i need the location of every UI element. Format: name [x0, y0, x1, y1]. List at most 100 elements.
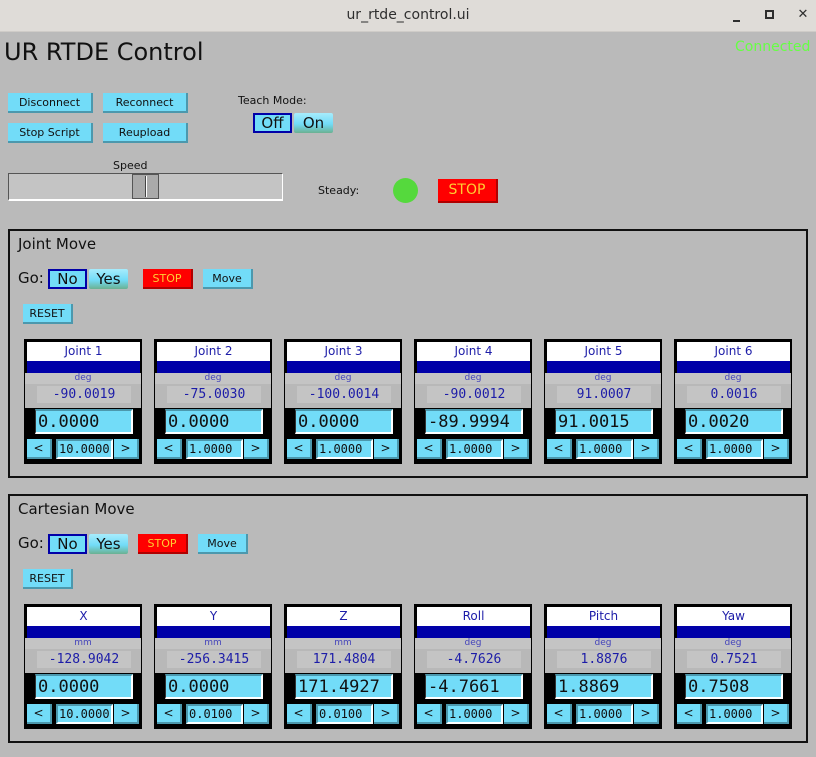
- joint-axis-card: Joint 1 deg -90.0019 0.0000 <10.0000 >: [24, 339, 142, 464]
- cartesian-axis-card: Zmm 171.4804 171.4927 <0.0100 >: [284, 604, 402, 729]
- increment-button[interactable]: >: [634, 704, 659, 724]
- actual-value: -100.0014: [297, 386, 391, 403]
- axis-name: Joint 2: [157, 342, 270, 361]
- target-value-input[interactable]: -89.9994: [425, 409, 523, 434]
- axis-header-bar: [417, 626, 530, 638]
- axis-name: Pitch: [547, 607, 660, 626]
- step-size-input[interactable]: 0.0100: [316, 704, 373, 724]
- main-stop-button[interactable]: STOP: [438, 179, 498, 203]
- decrement-button[interactable]: <: [27, 704, 52, 724]
- actual-value-panel: -256.3415: [155, 649, 271, 673]
- step-size-input[interactable]: 1.0000: [576, 704, 633, 724]
- joint-reset-button[interactable]: RESET: [23, 304, 73, 324]
- axis-unit: mm: [285, 638, 401, 649]
- reupload-button[interactable]: Reupload: [103, 123, 188, 143]
- increment-button[interactable]: >: [114, 704, 139, 724]
- target-value-input[interactable]: 91.0015: [555, 409, 653, 434]
- step-size-input[interactable]: 1.0000: [316, 439, 373, 459]
- decrement-button[interactable]: <: [547, 704, 572, 724]
- disconnect-button[interactable]: Disconnect: [8, 93, 93, 113]
- joint-move-button[interactable]: Move: [203, 269, 253, 289]
- cartesian-axis-card: Ymm -256.3415 0.0000 <0.0100 >: [154, 604, 272, 729]
- step-size-input[interactable]: 1.0000: [576, 439, 633, 459]
- teach-mode-off-toggle[interactable]: Off: [253, 113, 292, 133]
- decrement-button[interactable]: <: [157, 704, 182, 724]
- speed-slider-handle[interactable]: [132, 174, 159, 199]
- increment-button[interactable]: >: [504, 439, 529, 459]
- target-value-input[interactable]: 0.7508: [685, 674, 783, 699]
- cartesian-reset-button[interactable]: RESET: [23, 569, 73, 589]
- increment-button[interactable]: >: [634, 439, 659, 459]
- axis-header-bar: [417, 361, 530, 373]
- joint-axis-card: Joint 2 deg -75.0030 0.0000 <1.0000 >: [154, 339, 272, 464]
- cartesian-move-button[interactable]: Move: [198, 534, 248, 554]
- maximize-button[interactable]: [759, 4, 779, 26]
- speed-slider[interactable]: [8, 173, 283, 201]
- speed-label: Speed: [113, 159, 148, 172]
- cartesian-go-yes-toggle[interactable]: Yes: [89, 534, 128, 554]
- close-button[interactable]: ✕: [793, 4, 813, 26]
- actual-value: -256.3415: [167, 651, 261, 668]
- target-value-input[interactable]: 0.0020: [685, 409, 783, 434]
- target-value-input[interactable]: -4.7661: [425, 674, 523, 699]
- target-value-input[interactable]: 1.8869: [555, 674, 653, 699]
- target-value-input[interactable]: 171.4927: [295, 674, 393, 699]
- decrement-button[interactable]: <: [27, 439, 52, 459]
- step-size-input[interactable]: 10.0000: [56, 704, 113, 724]
- increment-button[interactable]: >: [504, 704, 529, 724]
- increment-button[interactable]: >: [374, 439, 399, 459]
- increment-button[interactable]: >: [764, 439, 789, 459]
- increment-button[interactable]: >: [244, 439, 269, 459]
- step-size-input[interactable]: 10.0000: [56, 439, 113, 459]
- target-value-input[interactable]: 0.0000: [165, 409, 263, 434]
- decrement-button[interactable]: <: [677, 439, 702, 459]
- axis-name: X: [27, 607, 140, 626]
- joint-go-no-toggle[interactable]: No: [48, 269, 87, 289]
- connection-status: Connected: [735, 39, 811, 55]
- increment-button[interactable]: >: [764, 704, 789, 724]
- actual-value: 1.8876: [557, 651, 651, 668]
- decrement-button[interactable]: <: [677, 704, 702, 724]
- axis-unit: deg: [675, 373, 791, 384]
- decrement-button[interactable]: <: [287, 704, 312, 724]
- step-size-input[interactable]: 1.0000: [706, 439, 763, 459]
- actual-value-panel: 0.0016: [675, 384, 791, 408]
- cartesian-axis-card: Xmm -128.9042 0.0000 <10.0000 >: [24, 604, 142, 729]
- increment-button[interactable]: >: [374, 704, 399, 724]
- increment-button[interactable]: >: [244, 704, 269, 724]
- actual-value: -75.0030: [167, 386, 261, 403]
- step-size-input[interactable]: 1.0000: [706, 704, 763, 724]
- axis-header-bar: [287, 626, 400, 638]
- target-value-input[interactable]: 0.0000: [35, 409, 133, 434]
- decrement-button[interactable]: <: [417, 439, 442, 459]
- decrement-button[interactable]: <: [157, 439, 182, 459]
- teach-mode-on-toggle[interactable]: On: [294, 113, 333, 133]
- minimize-button[interactable]: [726, 4, 746, 26]
- cartesian-stop-button[interactable]: STOP: [138, 534, 188, 554]
- target-value-input[interactable]: 0.0000: [165, 674, 263, 699]
- joint-go-yes-toggle[interactable]: Yes: [89, 269, 128, 289]
- axis-name: Joint 6: [677, 342, 790, 361]
- target-value-input[interactable]: 0.0000: [295, 409, 393, 434]
- decrement-button[interactable]: <: [547, 439, 572, 459]
- target-value-input[interactable]: 0.0000: [35, 674, 133, 699]
- step-size-input[interactable]: 1.0000: [186, 439, 243, 459]
- cartesian-go-no-toggle[interactable]: No: [48, 534, 87, 554]
- minimize-icon: [732, 20, 740, 22]
- decrement-button[interactable]: <: [287, 439, 312, 459]
- cartesian-axis-card: Yaw deg 0.7521 0.7508 <1.0000 >: [674, 604, 792, 729]
- teach-mode-label: Teach Mode:: [238, 94, 307, 107]
- reconnect-button[interactable]: Reconnect: [103, 93, 188, 113]
- joint-axis-card: Joint 4 deg -90.0012 -89.9994 <1.0000 >: [414, 339, 532, 464]
- joint-stop-button[interactable]: STOP: [143, 269, 193, 289]
- step-size-input[interactable]: 0.0100: [186, 704, 243, 724]
- step-size-input[interactable]: 1.0000: [446, 704, 503, 724]
- decrement-button[interactable]: <: [417, 704, 442, 724]
- step-size-input[interactable]: 1.0000: [446, 439, 503, 459]
- actual-value: 0.7521: [687, 651, 781, 668]
- joint-axis-card: Joint 5 deg 91.0007 91.0015 <1.0000 >: [544, 339, 662, 464]
- axis-name: Joint 1: [27, 342, 140, 361]
- increment-button[interactable]: >: [114, 439, 139, 459]
- axis-header-bar: [27, 361, 140, 373]
- stop-script-button[interactable]: Stop Script: [8, 123, 93, 143]
